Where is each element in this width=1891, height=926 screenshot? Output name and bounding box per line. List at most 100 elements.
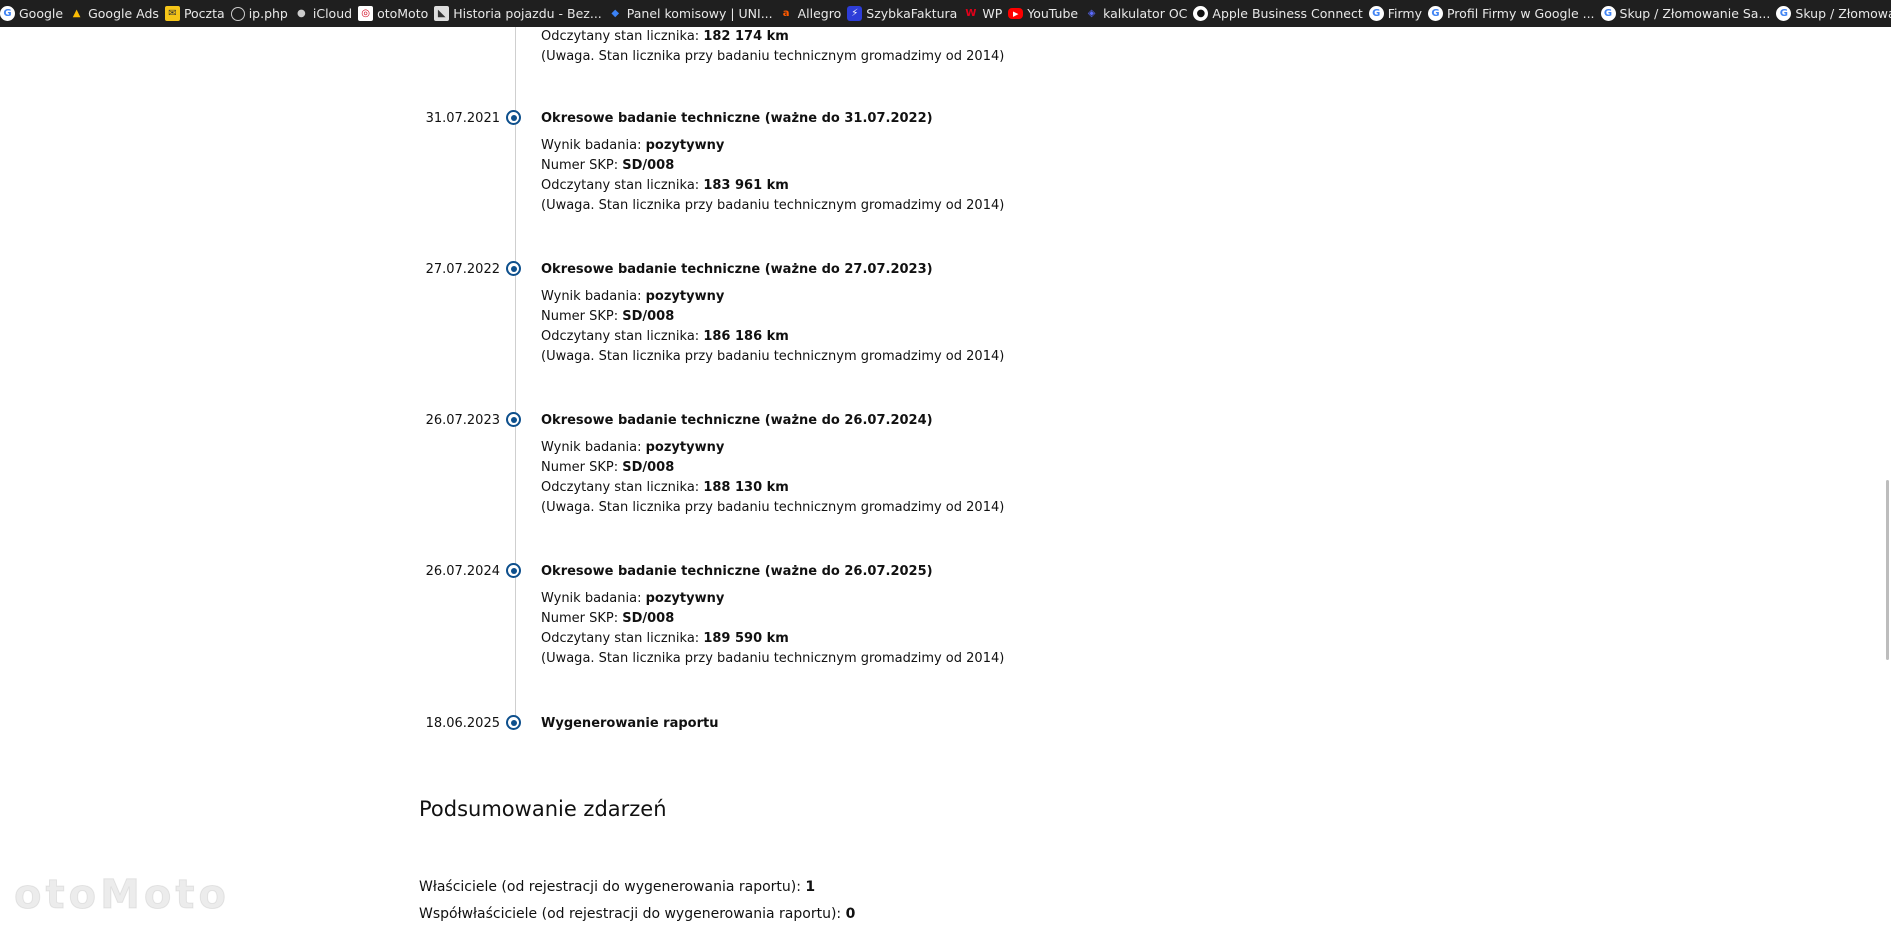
bookmark-label: Skup / Złomowanie Sa... [1795, 6, 1891, 21]
wp-icon: W [965, 8, 977, 19]
entry-details: Wynik badania: pozytywny Numer SKP: SD/0… [541, 438, 1004, 518]
bookmark-youtube[interactable]: ▶ YouTube [1008, 0, 1084, 27]
bookmark-label: Poczta [183, 6, 225, 21]
bookmark-label: Allegro [797, 6, 842, 21]
entry-date: 18.06.2025 [425, 716, 500, 731]
skp-value: SD/008 [622, 460, 675, 475]
apple-business-icon: ● [1193, 6, 1209, 21]
bookmark-ip-php[interactable]: ip.php [230, 0, 294, 27]
timeline-dot-icon [506, 261, 521, 276]
owners-row: Właściciele (od rejestracji do wygenerow… [419, 879, 815, 895]
bookmark-google[interactable]: G Google [0, 0, 69, 27]
result-value: pozytywny [645, 289, 725, 304]
coowners-row: Współwłaściciele (od rejestracji do wyge… [419, 906, 855, 922]
historia-icon: ◣ [434, 6, 450, 21]
bookmark-label: WP [982, 6, 1003, 21]
skp-value: SD/008 [622, 611, 675, 626]
timeline-dot-icon [506, 563, 521, 578]
skp-label: Numer SKP: [541, 158, 623, 173]
odometer-value: 183 961 km [703, 178, 789, 193]
szybkafaktura-icon: ⚡ [847, 6, 863, 21]
odometer-label: Odczytany stan licznika: [541, 178, 704, 193]
bookmark-wp[interactable]: W WP [963, 0, 1008, 27]
odometer-label: Odczytany stan licznika: [541, 329, 704, 344]
partial-entry-details: Odczytany stan licznika: 182 174 km (Uwa… [541, 27, 1004, 67]
odometer-label: Odczytany stan licznika: [541, 29, 704, 44]
bookmark-label: Historia pojazdu - Bez... [453, 6, 602, 21]
odometer-value: 186 186 km [703, 329, 789, 344]
result-value: pozytywny [645, 591, 725, 606]
odometer-value: 188 130 km [703, 480, 789, 495]
bookmark-apple-business-connect[interactable]: ● Apple Business Connect [1193, 0, 1368, 27]
bookmark-label: iCloud [312, 6, 353, 21]
bookmark-label: Google Ads [88, 6, 159, 21]
bookmark-firmy[interactable]: G Firmy [1368, 0, 1428, 27]
report-content: Odczytany stan licznika: 182 174 km (Uwa… [0, 27, 1891, 926]
timeline-line [515, 27, 516, 727]
otomoto-icon: ◎ [358, 6, 374, 21]
bookmark-szybkafaktura[interactable]: ⚡ SzybkaFaktura [847, 0, 963, 27]
bookmark-label: Firmy [1387, 6, 1422, 21]
google-icon: G [1600, 6, 1616, 21]
odometer-value: 189 590 km [703, 631, 789, 646]
bookmark-allegro[interactable]: a Allegro [779, 0, 848, 27]
bookmark-label: Panel komisowy | UNI... [626, 6, 773, 21]
bookmark-panel-komisowy[interactable]: ◆ Panel komisowy | UNI... [608, 0, 779, 27]
bookmark-label: ip.php [248, 6, 288, 21]
otomoto-watermark: otoMoto [14, 872, 230, 919]
odometer-note: (Uwaga. Stan licznika przy badaniu techn… [541, 198, 1005, 213]
bookmark-label: kalkulator OC [1103, 6, 1188, 21]
bookmark-profil-firmy[interactable]: G Profil Firmy w Google ... [1427, 0, 1601, 27]
bookmark-skup-2[interactable]: GSkup / Złomowanie Sa... [1776, 0, 1891, 27]
google-ads-icon: ▲ [72, 8, 81, 19]
bookmark-skup-1[interactable]: G Skup / Złomowanie Sa... [1600, 0, 1777, 27]
bookmark-historia-pojazdu[interactable]: ◣ Historia pojazdu - Bez... [434, 0, 608, 27]
bookmark-kalkulator-oc[interactable]: ◈ kalkulator OC [1084, 0, 1193, 27]
bookmark-label: otoMoto [377, 6, 429, 21]
result-label: Wynik badania: [541, 289, 646, 304]
odometer-label: Odczytany stan licznika: [541, 631, 704, 646]
bookmark-google-ads[interactable]: ▲ Google Ads [69, 0, 165, 27]
skp-label: Numer SKP: [541, 611, 623, 626]
odometer-row: Odczytany stan licznika: 182 174 km [541, 27, 1004, 47]
google-icon: G [0, 6, 15, 21]
google-icon: G [1427, 6, 1443, 21]
bookmark-label: Google [19, 6, 64, 21]
bookmark-poczta[interactable]: ✉ Poczta [164, 0, 231, 27]
skp-label: Numer SKP: [541, 309, 623, 324]
bookmark-otomoto[interactable]: ◎ otoMoto [358, 0, 434, 27]
timeline-dot-icon [506, 715, 521, 730]
owners-label: Właściciele (od rejestracji do wygenerow… [419, 879, 806, 895]
entry-title: Okresowe badanie techniczne (ważne do 27… [541, 262, 933, 277]
entry-date: 26.07.2024 [425, 564, 500, 579]
allegro-icon: a [782, 8, 790, 19]
owners-value: 1 [805, 879, 816, 895]
odometer-label: Odczytany stan licznika: [541, 480, 704, 495]
timeline-dot-icon [506, 412, 521, 427]
globe-icon [230, 6, 245, 21]
page-scrollbar[interactable] [1886, 480, 1889, 660]
bookmark-label: Apple Business Connect [1212, 6, 1363, 21]
skp-value: SD/008 [622, 309, 675, 324]
result-value: pozytywny [645, 440, 725, 455]
entry-details: Wynik badania: pozytywny Numer SKP: SD/0… [541, 589, 1004, 669]
result-label: Wynik badania: [541, 591, 646, 606]
mail-icon: ✉ [164, 6, 180, 21]
timeline-dot-icon [506, 110, 521, 125]
odometer-note: (Uwaga. Stan licznika przy badaniu techn… [541, 651, 1005, 666]
youtube-icon: ▶ [1008, 8, 1024, 19]
odometer-note: (Uwaga. Stan licznika przy badaniu techn… [541, 500, 1005, 515]
bookmark-icloud[interactable]: ● iCloud [294, 0, 358, 27]
bookmark-label: Profil Firmy w Google ... [1446, 6, 1595, 21]
odometer-note: (Uwaga. Stan licznika przy badaniu techn… [541, 349, 1005, 364]
bookmark-label: Skup / Złomowanie Sa... [1619, 6, 1771, 21]
result-label: Wynik badania: [541, 138, 646, 153]
panel-icon: ◆ [611, 8, 620, 19]
google-icon: G [1776, 6, 1792, 21]
entry-date: 26.07.2023 [425, 413, 500, 428]
skp-value: SD/008 [622, 158, 675, 173]
entry-title: Okresowe badanie techniczne (ważne do 26… [541, 413, 933, 428]
summary-title: Podsumowanie zdarzeń [419, 797, 667, 821]
entry-details: Wynik badania: pozytywny Numer SKP: SD/0… [541, 136, 1004, 216]
entry-title: Okresowe badanie techniczne (ważne do 31… [541, 111, 933, 126]
